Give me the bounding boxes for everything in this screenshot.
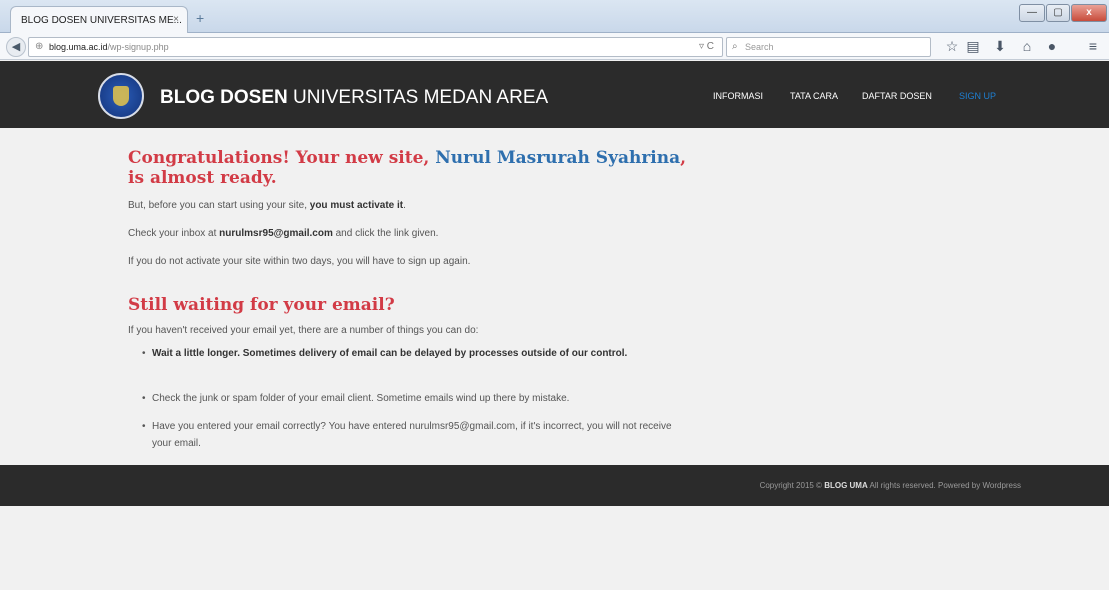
menu-item-sign-up[interactable]: SIGN UP xyxy=(959,91,996,101)
minimize-button[interactable]: — xyxy=(1019,4,1045,22)
inbox-note-end: and click the link given. xyxy=(332,228,439,239)
url-input[interactable]: ⊕ blog.uma.ac.id/wp-signup.php ▿ C xyxy=(28,37,723,57)
star-icon[interactable]: ☆ xyxy=(943,38,961,55)
heading-line2: is almost ready. xyxy=(128,168,277,188)
copyright-post: All rights reserved. Powered by Wordpres… xyxy=(867,481,1021,490)
browser-nav-bar: ◀ ⊕ blog.uma.ac.id/wp-signup.php ▿ C ⌕ S… xyxy=(0,33,1109,60)
waiting-intro: If you haven't received your email yet, … xyxy=(128,325,479,336)
activation-note-text: But, before you can start using your sit… xyxy=(128,200,310,211)
browser-tab-bar: BLOG DOSEN UNIVERSITAS ME... × + — ▢ x xyxy=(0,0,1109,33)
reload-icon[interactable]: ▿ C xyxy=(699,41,714,52)
close-tab-icon[interactable]: × xyxy=(173,14,179,25)
globe-icon: ⊕ xyxy=(35,41,44,52)
menu-icon[interactable]: ≡ xyxy=(1084,38,1102,54)
heading-text: Congratulations! Your new site, xyxy=(128,148,436,168)
search-placeholder: Search xyxy=(745,42,774,52)
site-header: BLOG DOSEN UNIVERSITAS MEDAN AREA INFORM… xyxy=(0,61,1109,128)
url-host: blog.uma.ac.id xyxy=(49,42,108,52)
list-item: • Check the junk or spam folder of your e… xyxy=(142,390,672,407)
bullet: • xyxy=(142,348,146,359)
copyright-text: Copyright 2015 © BLOG UMA All rights res… xyxy=(760,481,1021,490)
download-icon[interactable]: ⬇ xyxy=(991,38,1009,55)
inbox-note-text: Check your inbox at xyxy=(128,228,220,239)
heading-comma: , xyxy=(680,148,687,168)
expiry-note: If you do not activate your site within … xyxy=(128,256,471,267)
list-item-text: Have you entered your email correctly? Y… xyxy=(152,421,672,449)
new-tab-icon[interactable]: + xyxy=(196,10,204,26)
activation-note: But, before you can start using your sit… xyxy=(128,200,406,211)
menu-item-tata-cara[interactable]: TATA CARA xyxy=(790,91,838,101)
list-item: • Have you entered your email correctly? … xyxy=(142,418,672,452)
activation-note-bold: you must activate it xyxy=(309,200,404,211)
site-title[interactable]: BLOG DOSEN UNIVERSITAS MEDAN AREA xyxy=(160,87,548,109)
university-logo[interactable] xyxy=(98,73,144,119)
menu-item-informasi[interactable]: INFORMASI xyxy=(713,91,763,101)
back-arrow-icon[interactable]: ◀ xyxy=(6,37,26,57)
bullet: • xyxy=(142,393,146,404)
list-item-text: Wait a little longer. Sometimes delivery… xyxy=(152,348,628,359)
tab-title: BLOG DOSEN UNIVERSITAS ME... xyxy=(21,15,182,26)
site-title-bold: BLOG DOSEN xyxy=(160,87,288,108)
email-address: nurulmsr95@gmail.com xyxy=(219,228,333,239)
maximize-button[interactable]: ▢ xyxy=(1046,4,1070,22)
chat-icon[interactable]: ● xyxy=(1043,38,1061,54)
site-footer: Copyright 2015 © BLOG UMA All rights res… xyxy=(0,465,1109,506)
main-content: Congratulations! Your new site, Nurul Ma… xyxy=(0,128,1109,465)
bookmarks-icon[interactable]: ▤ xyxy=(964,38,982,55)
search-input[interactable]: ⌕ Search xyxy=(726,37,931,57)
list-item: • Wait a little longer. Sometimes deliver… xyxy=(142,345,672,362)
url-path: /wp-signup.php xyxy=(107,42,169,52)
close-window-button[interactable]: x xyxy=(1071,4,1107,22)
inbox-note: Check your inbox at nurulmsr95@gmail.com… xyxy=(128,228,438,239)
page-bottom-area xyxy=(0,506,1109,590)
site-name: Nurul Masrurah Syahrina xyxy=(435,148,681,168)
bullet: • xyxy=(142,421,146,432)
search-icon: ⌕ xyxy=(732,41,738,52)
copyright-brand[interactable]: BLOG UMA xyxy=(824,481,868,490)
home-icon[interactable]: ⌂ xyxy=(1018,38,1036,54)
activation-note-end: . xyxy=(403,200,406,211)
browser-tab[interactable]: BLOG DOSEN UNIVERSITAS ME... × xyxy=(10,6,188,33)
menu-item-daftar-dosen[interactable]: DAFTAR DOSEN xyxy=(862,91,932,101)
section-heading-waiting: Still waiting for your email? xyxy=(128,295,395,315)
page-heading: Congratulations! Your new site, Nurul Ma… xyxy=(128,148,688,188)
copyright-pre: Copyright 2015 © xyxy=(759,481,825,490)
site-title-rest: UNIVERSITAS MEDAN AREA xyxy=(287,87,549,108)
list-item-text: Check the junk or spam folder of your em… xyxy=(152,393,570,404)
